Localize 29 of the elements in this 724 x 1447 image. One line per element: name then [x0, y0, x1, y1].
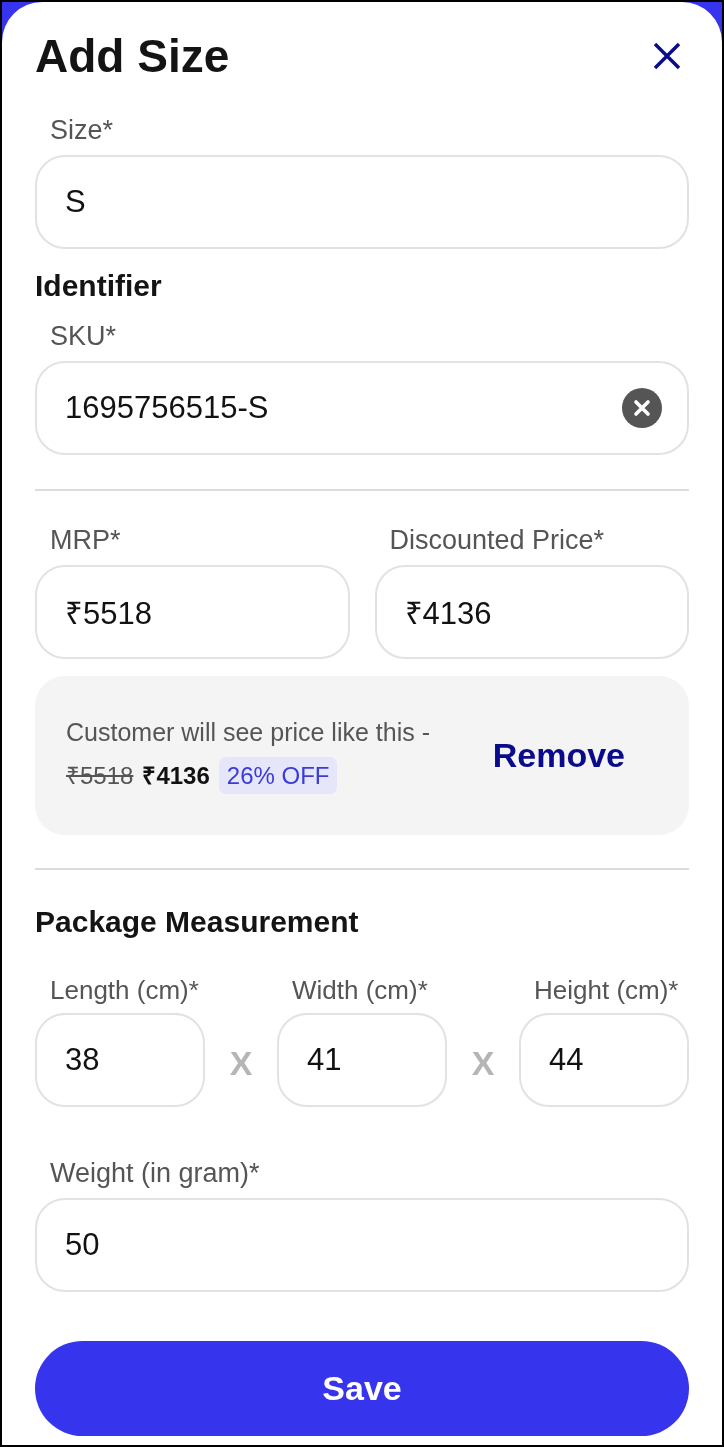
final-price: ₹4136	[142, 760, 210, 791]
price-input[interactable]: ₹5518	[35, 565, 350, 659]
dimension-input[interactable]: 44	[519, 1013, 689, 1107]
section-heading: Identifier	[35, 268, 163, 304]
discount-tag: 26% OFF	[218, 757, 338, 794]
dimension-input[interactable]: 38	[35, 1013, 205, 1107]
weight-input[interactable]: 50	[35, 1198, 689, 1292]
clear-icon[interactable]	[622, 388, 662, 428]
original-price: ₹5518	[66, 760, 134, 791]
times-sign: X	[229, 1043, 253, 1083]
dimension-label: Height (cm)*	[533, 974, 680, 1006]
save-button[interactable]: Save	[35, 1341, 689, 1436]
weight-label: Weight (in gram)*	[49, 1157, 261, 1189]
sheet-title: Add Size	[35, 29, 230, 83]
preview-caption: Customer will see price like this -	[66, 717, 430, 747]
close-icon[interactable]	[653, 42, 681, 70]
section-heading: Package Measurement	[35, 904, 360, 940]
dimension-label: Width (cm)*	[291, 974, 429, 1006]
sku-label: SKU*	[49, 320, 118, 352]
size-input[interactable]: S	[35, 155, 689, 249]
dimension-label: Length (cm)*	[49, 974, 200, 1006]
remove-button[interactable]: Remove	[492, 730, 625, 781]
price-label: MRP*	[49, 524, 122, 556]
price-input[interactable]: ₹4136	[374, 565, 689, 659]
times-sign: X	[471, 1043, 495, 1083]
size-label: Size*	[49, 114, 115, 146]
price-label: Discounted Price*	[388, 524, 606, 556]
sku-input[interactable]: 1695756515-S	[35, 361, 689, 455]
dimension-input[interactable]: 41	[277, 1013, 447, 1107]
